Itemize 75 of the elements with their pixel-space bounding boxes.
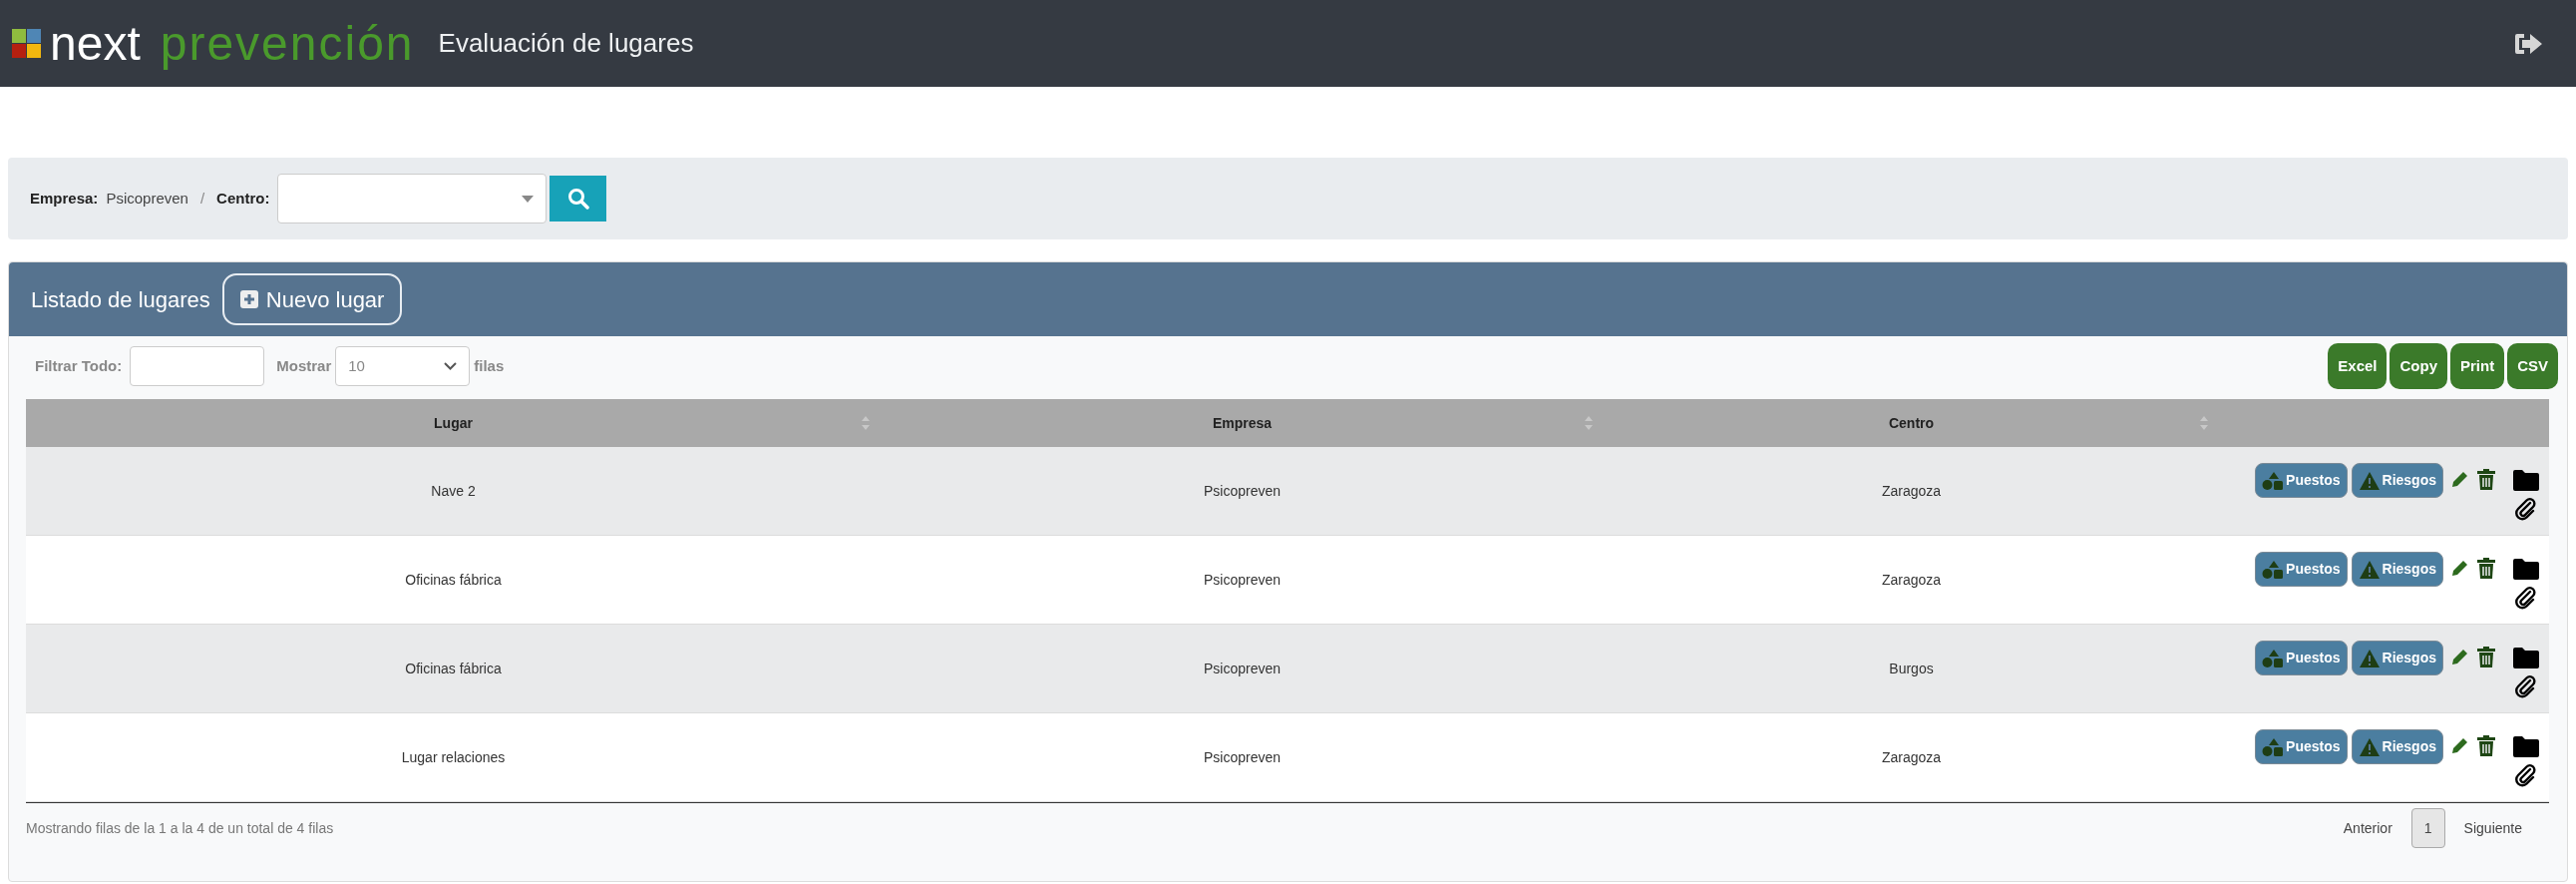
riesgos-button[interactable]: Riesgos: [2351, 641, 2443, 675]
export-button[interactable]: Print: [2450, 343, 2505, 389]
table-cell-text: Burgos: [1889, 659, 1934, 678]
table-cell-text: Oficinas fábrica: [405, 659, 502, 678]
search-button[interactable]: [550, 176, 607, 221]
export-button[interactable]: Copy: [2390, 343, 2447, 389]
export-button[interactable]: Excel: [2328, 343, 2388, 389]
paperclip-icon[interactable]: [2514, 586, 2538, 610]
paperclip-icon[interactable]: [2514, 763, 2538, 787]
edit-icon[interactable]: [2449, 559, 2469, 579]
panel-title: Listado de lugares: [31, 285, 210, 314]
shapes-icon: [2262, 736, 2285, 757]
edit-icon[interactable]: [2449, 648, 2469, 667]
trash-icon[interactable]: [2477, 735, 2495, 756]
filter-field[interactable]: [130, 346, 265, 386]
table-cell-text: Psicopreven: [1203, 659, 1281, 678]
new-place-button[interactable]: Nuevo lugar: [221, 273, 403, 325]
puestos-button[interactable]: Puestos: [2255, 641, 2348, 675]
shapes-icon: [2262, 648, 2285, 668]
rows-select[interactable]: 10: [335, 346, 471, 386]
table-cell-text: Zaragoza: [1881, 747, 1942, 767]
logo-text: prevención: [160, 19, 415, 68]
show-label: Mostrar: [276, 355, 332, 376]
edit-icon[interactable]: [2449, 470, 2469, 490]
page-title: Evaluación de lugares: [438, 27, 694, 60]
column-header[interactable]: Lugar: [434, 412, 473, 434]
table-cell-text: Zaragoza: [1881, 570, 1942, 590]
paperclip-icon[interactable]: [2514, 497, 2538, 521]
trash-icon[interactable]: [2477, 647, 2495, 667]
riesgos-button[interactable]: Riesgos: [2351, 463, 2443, 498]
table-cell-text: Oficinas fábrica: [405, 570, 502, 590]
chevron-icon: [444, 362, 458, 370]
shapes-icon: [2262, 559, 2285, 580]
breadcrumb-separator: /: [199, 188, 205, 209]
table-cell-text: Psicopreven: [1203, 747, 1281, 767]
pagination-button[interactable]: Anterior: [2328, 808, 2407, 848]
caret-icon: [522, 195, 535, 203]
warning-icon: [2358, 648, 2381, 668]
puestos-button[interactable]: Puestos: [2255, 463, 2348, 498]
table-cell-text: Nave 2: [431, 481, 476, 501]
pagination-button[interactable]: Siguiente: [2448, 808, 2537, 848]
table-cell-text: Lugar relaciones: [401, 747, 506, 767]
table-cell-text: Psicopreven: [1203, 481, 1281, 501]
plus-icon: [239, 290, 258, 308]
search-icon: [566, 188, 589, 210]
logo-icon: [12, 28, 42, 59]
riesgos-button[interactable]: Riesgos: [2351, 552, 2443, 587]
trash-icon[interactable]: [2477, 558, 2495, 579]
table-info: Mostrando filas de la 1 a la 4 de un total de 4 filas: [26, 818, 334, 838]
warning-icon: [2358, 470, 2381, 491]
table-cell-text: Zaragoza: [1881, 481, 1942, 501]
table-cell-text: Psicopreven: [1203, 570, 1281, 590]
edit-icon[interactable]: [2449, 736, 2469, 756]
folder-icon[interactable]: [2513, 558, 2539, 580]
logo-text: next: [50, 19, 141, 68]
folder-icon[interactable]: [2513, 647, 2539, 668]
folder-icon[interactable]: [2513, 469, 2539, 491]
paperclip-icon[interactable]: [2514, 674, 2538, 698]
empresa-label: Empresa:: [30, 188, 99, 209]
centro-label: Centro:: [216, 188, 270, 209]
puestos-button[interactable]: Puestos: [2255, 552, 2348, 587]
column-header[interactable]: Centro: [1888, 412, 1935, 434]
rows-label: filas: [474, 355, 505, 376]
warning-icon: [2358, 559, 2381, 580]
puestos-button[interactable]: Puestos: [2255, 729, 2348, 764]
shapes-icon: [2262, 470, 2285, 491]
empresa-value: Psicopreven: [106, 188, 188, 209]
pagination-button[interactable]: 1: [2410, 808, 2445, 848]
trash-icon[interactable]: [2477, 469, 2495, 490]
column-header[interactable]: Empresa: [1212, 412, 1273, 434]
riesgos-button[interactable]: Riesgos: [2351, 729, 2443, 764]
folder-icon[interactable]: [2513, 735, 2539, 757]
warning-icon: [2358, 736, 2381, 757]
filter-label: Filtrar Todo:: [35, 355, 123, 376]
export-button[interactable]: CSV: [2507, 343, 2558, 389]
